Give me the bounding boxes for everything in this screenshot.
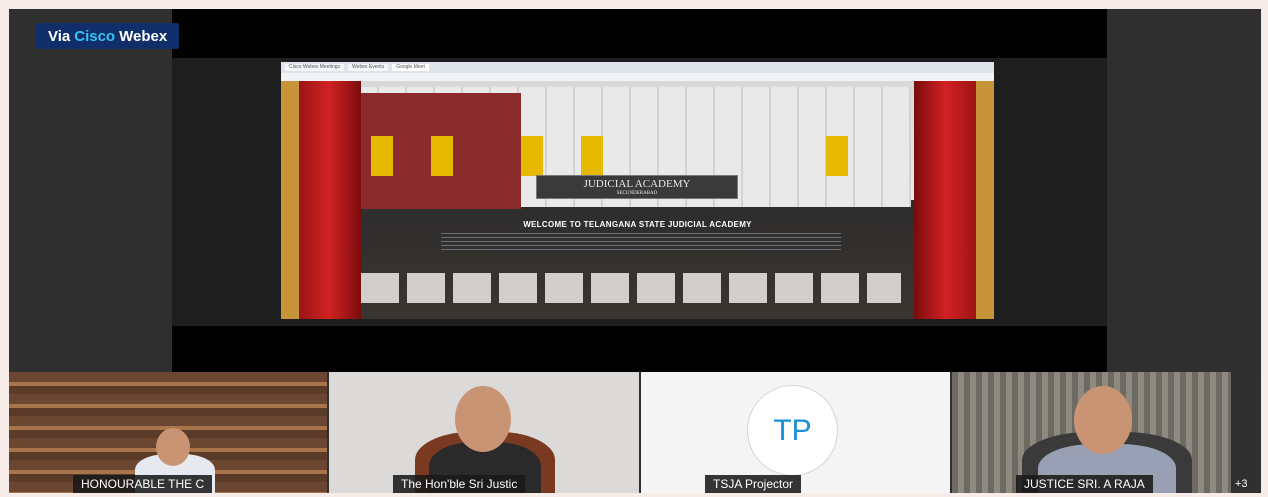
academy-sign: JUDICIAL ACADEMY SECUNDERABAD <box>536 175 738 199</box>
browser-tab[interactable]: Google Meet <box>392 64 429 71</box>
building-window <box>581 136 603 176</box>
participant-name: TSJA Projector <box>705 475 802 493</box>
address-bar[interactable] <box>281 73 994 81</box>
welcome-heading: WELCOME TO TELANGANA STATE JUDICIAL ACAD… <box>523 220 752 229</box>
participant-name: HONOURABLE THE C <box>73 475 213 493</box>
participant-name: The Hon'ble Sri Justic <box>393 475 526 493</box>
brand-accent: Cisco <box>74 27 116 45</box>
curtain-left <box>281 81 361 319</box>
participant-tile[interactable]: TP TSJA Projector <box>641 372 950 493</box>
participant-tile[interactable]: HONOURABLE THE C <box>9 372 327 493</box>
browser-tab-bar: Cisco Webex Meetings Webex Events Google… <box>281 62 994 73</box>
brand-badge: Via Cisco Webex <box>36 23 180 49</box>
browser-tab[interactable]: Webex Events <box>348 64 389 71</box>
building-window <box>521 136 543 176</box>
building-window <box>431 136 453 176</box>
auditorium-seats <box>361 273 901 303</box>
avatar-initials: TP <box>747 385 838 476</box>
welcome-body-text <box>441 233 841 251</box>
browser-tab[interactable]: Cisco Webex Meetings <box>285 64 345 71</box>
academy-website: JUDICIAL ACADEMY SECUNDERABAD WELCOME TO… <box>281 81 994 319</box>
shared-screen[interactable]: Cisco Webex Meetings Webex Events Google… <box>281 62 994 319</box>
brand-prefix: Via <box>48 27 71 45</box>
more-participants-button[interactable]: +3 <box>1231 372 1261 493</box>
building-window <box>371 136 393 176</box>
curtain-right <box>914 81 994 319</box>
sign-subtitle: SECUNDERABAD <box>616 191 658 196</box>
brand-rest: Webex <box>119 27 168 45</box>
webex-meeting-window: Via Cisco Webex Cisco Webex Meetings Web… <box>9 9 1261 493</box>
more-participants-count: +3 <box>1235 478 1248 490</box>
sign-title: JUDICIAL ACADEMY <box>583 178 691 190</box>
building-window <box>826 136 848 176</box>
participant-tile[interactable]: JUSTICE SRI. A RAJA <box>952 372 1231 493</box>
participant-name: JUSTICE SRI. A RAJA <box>1016 475 1153 493</box>
participant-tile[interactable]: The Hon'ble Sri Justic <box>329 372 639 493</box>
